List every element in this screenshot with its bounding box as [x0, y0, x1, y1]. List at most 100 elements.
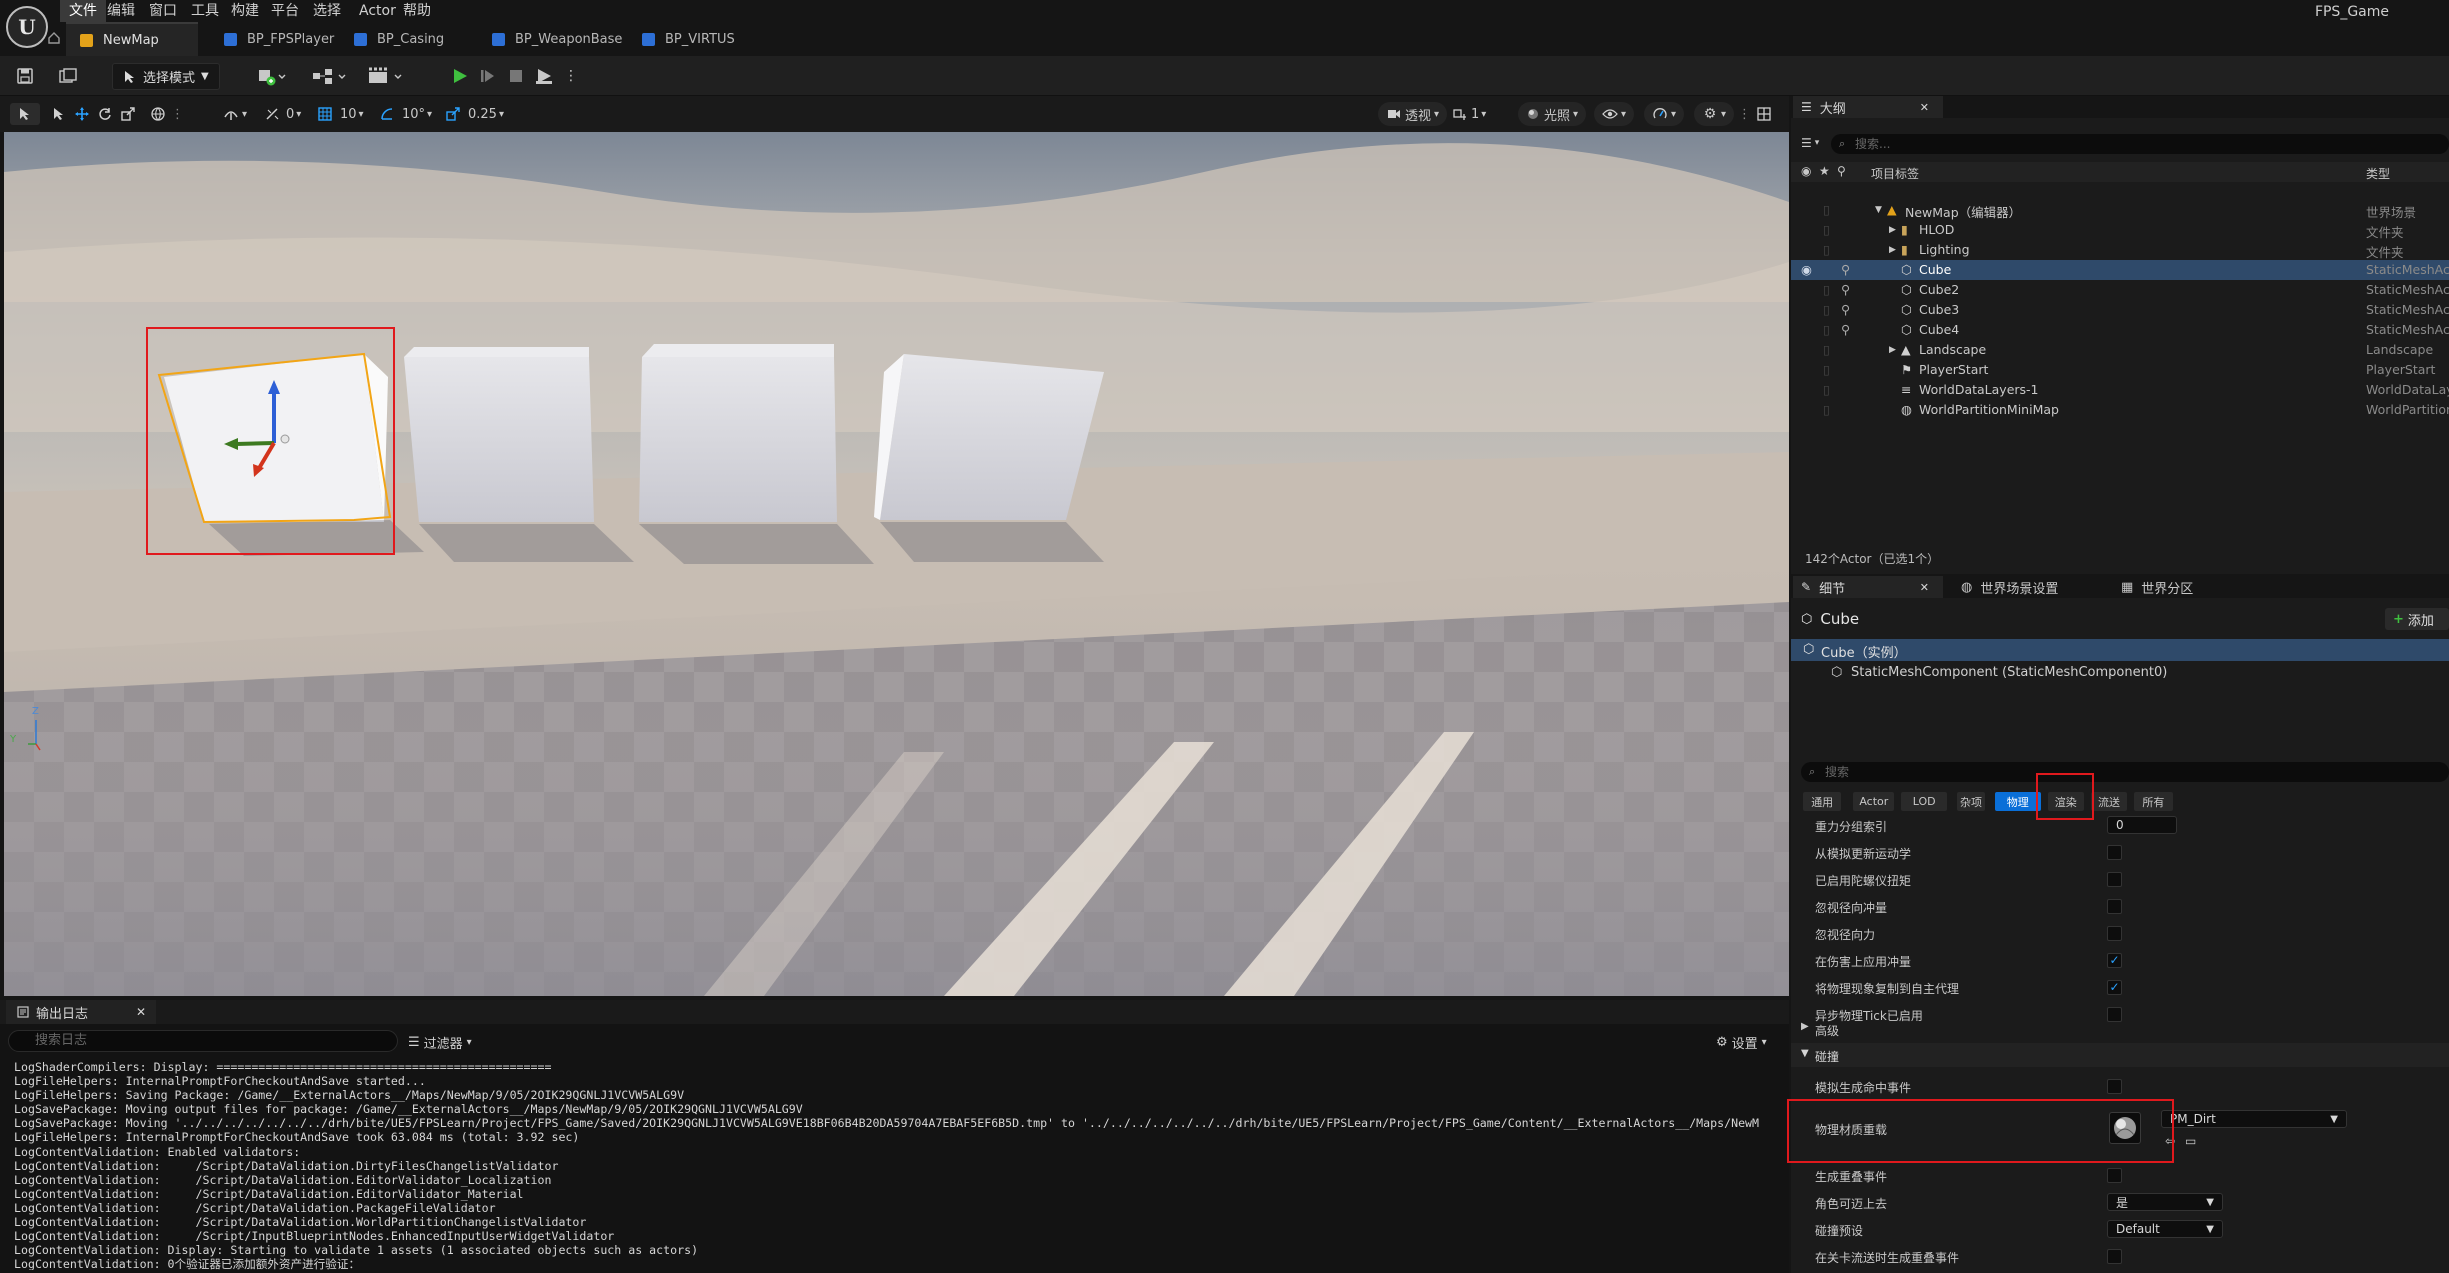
- pin-icon[interactable]: ⚲: [1841, 302, 1850, 317]
- visibility-toggle-icon[interactable]: ▯: [1823, 402, 1830, 417]
- perspective-menu[interactable]: 透视 ▾: [1378, 102, 1448, 126]
- select-tool-icon[interactable]: [10, 103, 40, 125]
- camera-speed[interactable]: 1 ▾: [1452, 102, 1486, 126]
- tab-bp_fpsplayer[interactable]: BP_FPSPlayer: [210, 22, 340, 56]
- blueprint-menu-icon[interactable]: [310, 66, 350, 86]
- pin-icon[interactable]: ⚲: [1841, 262, 1850, 277]
- details-search-input[interactable]: 搜索: [1801, 762, 2449, 782]
- world-settings-tab[interactable]: ◍ 世界场景设置: [1961, 576, 2058, 598]
- home-icon[interactable]: [46, 30, 62, 46]
- layout-menu[interactable]: [1756, 102, 1772, 126]
- rotate-tool-icon[interactable]: [96, 105, 114, 123]
- launch-icon[interactable]: [534, 66, 556, 86]
- property-checkbox[interactable]: [2107, 899, 2122, 914]
- component-instance-row[interactable]: ⬡ Cube（实例）: [1791, 639, 2449, 661]
- outliner-row[interactable]: ▯ ≡ WorldDataLayers-1 WorldDataLayers: [1791, 380, 2449, 400]
- viewport-settings-menu[interactable]: ⚙ ▾: [1694, 102, 1735, 126]
- scale-snap[interactable]: 0.25 ▾: [444, 102, 504, 126]
- cinematics-icon[interactable]: [366, 66, 406, 86]
- details-tab[interactable]: ✎ 细节 ✕: [1793, 576, 1943, 598]
- world-partition-tab[interactable]: ▦ 世界分区: [2121, 576, 2193, 598]
- scale-tool-icon[interactable]: [119, 105, 137, 123]
- visibility-toggle-icon[interactable]: ▯: [1823, 242, 1830, 257]
- outliner-row[interactable]: ▯ ▼ ▲ NewMap（编辑器） 世界场景: [1791, 200, 2449, 220]
- property-dropdown[interactable]: Default ▼: [2107, 1220, 2223, 1238]
- property-number-input[interactable]: 0: [2107, 816, 2177, 834]
- menu-item[interactable]: 帮助: [394, 0, 440, 22]
- outliner-tab[interactable]: ☰ 大纲 ✕: [1793, 96, 1943, 118]
- category-tab[interactable]: 杂项: [1956, 792, 1986, 811]
- pin-icon[interactable]: ⚲: [1841, 282, 1850, 297]
- category-tab[interactable]: 物理: [1995, 792, 2041, 811]
- tab-bp_casing[interactable]: BP_Casing: [340, 22, 480, 56]
- property-checkbox[interactable]: ✓: [2107, 953, 2122, 968]
- visibility-toggle-icon[interactable]: ▯: [1823, 202, 1830, 217]
- more-options-icon[interactable]: ⋮: [564, 66, 578, 86]
- visibility-toggle-icon[interactable]: ▯: [1823, 282, 1830, 297]
- rotation-snap[interactable]: 10° ▾: [378, 102, 432, 126]
- collision-section[interactable]: ▼ 碰撞: [1791, 1043, 2449, 1067]
- property-checkbox[interactable]: [2107, 845, 2122, 860]
- advanced-section[interactable]: ▶ 高级: [1791, 1017, 2449, 1041]
- property-checkbox[interactable]: [2107, 1168, 2122, 1183]
- output-log-tab[interactable]: 输出日志 ✕: [6, 1000, 156, 1024]
- outliner-row[interactable]: ▯ ▶ ▮ HLOD 文件夹: [1791, 220, 2449, 240]
- tab-bp_virtus[interactable]: BP_VIRTUS: [628, 22, 768, 56]
- world-space-icon[interactable]: [149, 105, 167, 123]
- outliner-row[interactable]: ▯ ◍ WorldPartitionMiniMap WorldPartitionMin…: [1791, 400, 2449, 420]
- col-label-header[interactable]: 项目标签: [1871, 165, 1919, 182]
- property-checkbox[interactable]: [2107, 872, 2122, 887]
- log-search-input[interactable]: 搜索日志: [8, 1030, 398, 1052]
- category-tab[interactable]: 通用: [1803, 792, 1842, 811]
- outliner-row[interactable]: ▯ ▶ ▮ Lighting 文件夹: [1791, 240, 2449, 260]
- save-icon[interactable]: [16, 67, 34, 85]
- add-content-icon[interactable]: [256, 66, 290, 86]
- browse-asset-icon[interactable]: ▭: [2185, 1134, 2196, 1148]
- tab-newmap[interactable]: NewMap: [66, 22, 198, 56]
- property-dropdown[interactable]: 是 ▼: [2107, 1193, 2223, 1211]
- chevron-right-icon[interactable]: ▶: [1889, 225, 1896, 235]
- outliner-filter-button[interactable]: ☰ ▾: [1801, 136, 1819, 150]
- outliner-row[interactable]: ◉ ⚲ ⬡ Cube StaticMeshActor: [1791, 260, 2449, 280]
- category-tab[interactable]: LOD: [1901, 792, 1947, 811]
- visibility-toggle-icon[interactable]: ▯: [1823, 362, 1830, 377]
- visibility-toggle-icon[interactable]: ▯: [1823, 302, 1830, 317]
- pin-icon[interactable]: ⚲: [1841, 322, 1850, 337]
- col-type-header[interactable]: 类型: [2366, 165, 2390, 182]
- property-checkbox[interactable]: [2107, 1079, 2122, 1094]
- advance-frame-icon[interactable]: [478, 66, 498, 86]
- chevron-right-icon[interactable]: ▶: [1889, 345, 1896, 355]
- visibility-toggle-icon[interactable]: ▯: [1823, 342, 1830, 357]
- visibility-toggle-icon[interactable]: ▯: [1823, 322, 1830, 337]
- unreal-logo-icon[interactable]: U: [6, 6, 48, 48]
- level-viewport[interactable]: Z Y: [4, 132, 1789, 996]
- menu-item[interactable]: 窗口: [140, 0, 186, 22]
- location-snap[interactable]: 10 ▾: [316, 102, 364, 126]
- outliner-row[interactable]: ▯ ⚑ PlayerStart PlayerStart: [1791, 360, 2449, 380]
- menu-item[interactable]: 编辑: [98, 0, 144, 22]
- browse-content-icon[interactable]: [58, 67, 78, 85]
- phys-material-dropdown[interactable]: PM_Dirt ▼: [2161, 1110, 2347, 1128]
- visibility-toggle-icon[interactable]: ▯: [1823, 222, 1830, 237]
- category-tab[interactable]: 流送: [2091, 792, 2127, 811]
- move-tool-icon[interactable]: [73, 105, 91, 123]
- visibility-toggle-icon[interactable]: ▯: [1823, 382, 1830, 397]
- outliner-row[interactable]: ▯ ⚲ ⬡ Cube3 StaticMeshActor: [1791, 300, 2449, 320]
- outliner-row[interactable]: ▯ ⚲ ⬡ Cube2 StaticMeshActor: [1791, 280, 2449, 300]
- mode-select[interactable]: 选择模式 ▼: [112, 63, 220, 90]
- log-settings-button[interactable]: ⚙ 设置 ▾: [1716, 1032, 1767, 1052]
- menu-item[interactable]: 平台: [262, 0, 308, 22]
- outliner-search-input[interactable]: 搜索...: [1831, 134, 2449, 154]
- stop-icon[interactable]: [506, 66, 526, 86]
- chevron-down-icon[interactable]: ▼: [1875, 205, 1882, 215]
- show-flags-menu[interactable]: ▾: [1594, 102, 1635, 126]
- more-options-icon[interactable]: ⋮: [1738, 102, 1751, 126]
- outliner-row[interactable]: ▯ ▶ ▲ Landscape Landscape: [1791, 340, 2449, 360]
- add-component-button[interactable]: + 添加: [2385, 608, 2449, 630]
- pointer-icon[interactable]: [50, 105, 68, 123]
- eye-icon[interactable]: ◉: [1801, 262, 1812, 277]
- filter-dropdown[interactable]: ☰ 过滤器 ▾: [408, 1032, 472, 1052]
- surface-snap[interactable]: ▾: [222, 102, 247, 126]
- close-icon[interactable]: ✕: [1920, 101, 1929, 114]
- tab-bp_weaponbase[interactable]: BP_WeaponBase: [478, 22, 628, 56]
